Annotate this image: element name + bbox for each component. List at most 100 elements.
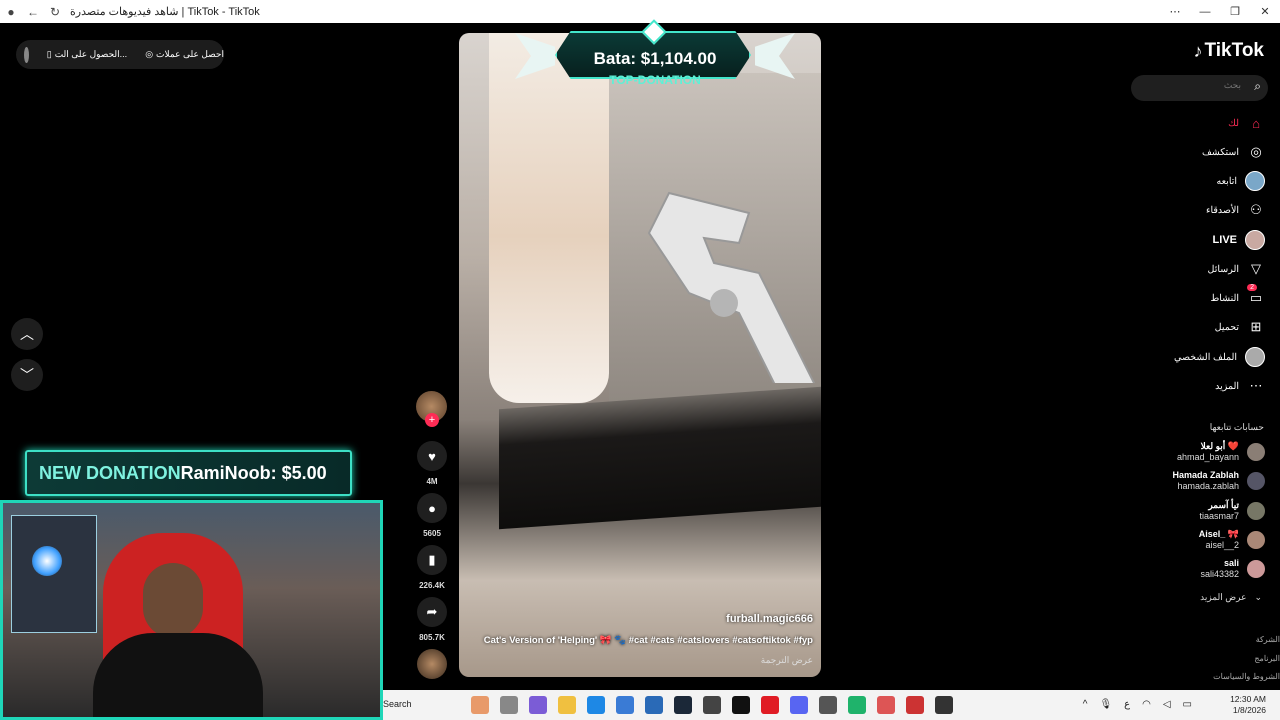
compass-icon: ◎ [1250,144,1262,159]
avatar-icon [1245,171,1265,191]
previous-video-button[interactable]: ︿ [11,318,43,350]
opera-icon[interactable] [761,696,779,714]
chevron-up-icon[interactable]: ^ [1083,699,1088,710]
top-action-bar: ▯ الحصول على الت... ◎ احصل على عملات [16,40,224,69]
coin-icon: ◎ [145,49,154,59]
video-caption: Cat's Version of 'Helping' 🎀 🐾 #cat #cat… [483,635,813,646]
minimize-button[interactable]: — [1190,0,1220,23]
tiktok-note-icon: ♪ [1193,40,1203,61]
store-icon[interactable] [616,696,634,714]
menu-icon[interactable]: ⋯ [1160,0,1190,23]
top-donation-label: TOP-DONATION [609,73,701,87]
phone-icon: ▯ [46,49,52,59]
webcam-inset-image [11,515,97,633]
wifi-icon[interactable]: ◠ [1142,699,1151,710]
chevron-down-icon: ⌄ [1254,592,1262,602]
follow-plus-button[interactable]: + [425,413,439,427]
chevron-down-icon: ﹀ [20,367,34,383]
streamer-face [143,563,203,638]
sidebar-item-profile[interactable]: الملف الشخصي [1174,346,1265,368]
volume-icon[interactable]: ◁ [1163,699,1171,710]
edge-icon[interactable] [587,696,605,714]
app-icon[interactable] [645,696,663,714]
language-indicator[interactable]: ع [1124,699,1130,710]
sidebar-item-more[interactable]: المزيد ⋯ [1215,375,1265,397]
close-button[interactable]: ✕ [1250,0,1280,23]
windows-taskbar: Search ^ 🎙 ع ◠ ◁ ▭ 12:30 AM 1/8/2026 [383,690,1280,720]
search-box[interactable]: ⌕ [1131,75,1268,101]
app-icon[interactable] [529,696,547,714]
app-icon[interactable] [703,696,721,714]
window-title: شاهد فيديوهات متصدرة | TikTok - TikTok [70,6,260,18]
following-account[interactable]: Aisel_ 🎀 aisel__2 [1199,529,1265,551]
video-player[interactable]: furball.magic666 Cat's Version of 'Helpi… [459,33,821,677]
music-disc-icon[interactable] [417,649,447,679]
activity-badge: 2 [1247,284,1257,291]
app-icon[interactable] [471,696,489,714]
more-icon: ⋯ [1249,378,1263,393]
next-video-button[interactable]: ﹀ [11,359,43,391]
steam-icon[interactable] [674,696,692,714]
app-icon[interactable] [906,696,924,714]
following-account[interactable]: تيأ آسمر tiaasmar7 [1199,500,1265,522]
app-icon[interactable] [935,696,953,714]
app-icon[interactable] [877,696,895,714]
following-accounts-title: حسابات تتابعها [1209,422,1264,432]
mic-icon[interactable]: 🎙 [1099,699,1112,710]
sidebar-item-explore[interactable]: استكشف ◎ [1202,141,1265,163]
app-icon[interactable] [819,696,837,714]
get-app-button[interactable]: ▯ الحصول على الت... [47,49,127,60]
avatar [1247,472,1265,490]
share-icon: ➦ [426,604,438,619]
save-button[interactable]: ▮ [417,545,447,575]
following-account[interactable]: أبو لعلا ❤️ ahmad_bayann [1177,441,1265,463]
comment-button[interactable]: ● [417,493,447,523]
friends-icon: ⚇ [1250,202,1262,217]
footer-program-link[interactable]: البرنامج [1254,654,1280,663]
discord-icon[interactable] [790,696,808,714]
sidebar-item-messages[interactable]: الرسائل ▽ [1208,258,1265,280]
app-icon[interactable] [848,696,866,714]
restore-button[interactable]: ❐ [1220,0,1250,23]
see-translation-link[interactable]: عرض الترجمة [761,655,813,666]
share-button[interactable]: ➦ [417,597,447,627]
wrench-image [647,191,816,383]
streamer-body [93,633,263,717]
search-icon[interactable]: ⌕ [1254,79,1261,94]
top-donation-amount: Bata: $1,104.00 [593,49,717,68]
footer-company-link[interactable]: الشركة [1256,635,1280,644]
search-input[interactable] [1141,80,1241,90]
upload-icon: ⊞ [1250,319,1262,334]
tiktok-icon[interactable] [732,696,750,714]
sidebar-item-friends[interactable]: الأصدقاء ⚇ [1206,199,1265,221]
like-count: 4M [426,477,438,486]
following-account[interactable]: sali sali43382 [1200,558,1265,580]
profile-icon [1245,347,1265,367]
comment-icon: ● [428,500,436,516]
sidebar-item-live[interactable]: LIVE [1213,229,1265,251]
sidebar-item-activity[interactable]: النشاط ▭ 2 [1210,284,1265,309]
footer-terms-link[interactable]: الشروط والسياسات [1213,672,1280,681]
browser-titlebar: ● ← ↻ شاهد فيديوهات متصدرة | TikTok - Ti… [0,0,1280,23]
send-icon: ▽ [1251,261,1261,276]
share-count: 805.7K [419,633,445,642]
sidebar-item-upload[interactable]: تحميل ⊞ [1215,316,1265,338]
comment-count: 5605 [423,529,441,538]
app-icon[interactable] [500,696,518,714]
battery-icon[interactable]: ▭ [1183,699,1192,710]
following-account[interactable]: Hamada Zablah hamada.zablah [1172,470,1265,492]
taskbar-clock[interactable]: 12:30 AM 1/8/2026 [1230,694,1266,716]
reload-icon[interactable]: ↻ [44,0,66,23]
like-button[interactable]: ♥ [417,441,447,471]
back-icon[interactable]: ← [22,0,44,23]
taskbar-search[interactable]: Search [383,699,412,709]
show-more-button[interactable]: عرض المزيد ⌄ [1200,592,1262,603]
tiktok-logo[interactable]: ♪ TikTok [1194,40,1264,62]
creator-username[interactable]: furball.magic666 [726,613,813,625]
folder-icon[interactable] [558,696,576,714]
sidebar-item-following[interactable]: اتابعه [1217,170,1265,192]
sidebar-item-foryou[interactable]: لك ⌂ [1228,112,1265,134]
live-avatar-icon [1245,230,1265,250]
user-avatar[interactable] [24,46,29,63]
get-coins-button[interactable]: ◎ احصل على عملات [145,49,224,60]
